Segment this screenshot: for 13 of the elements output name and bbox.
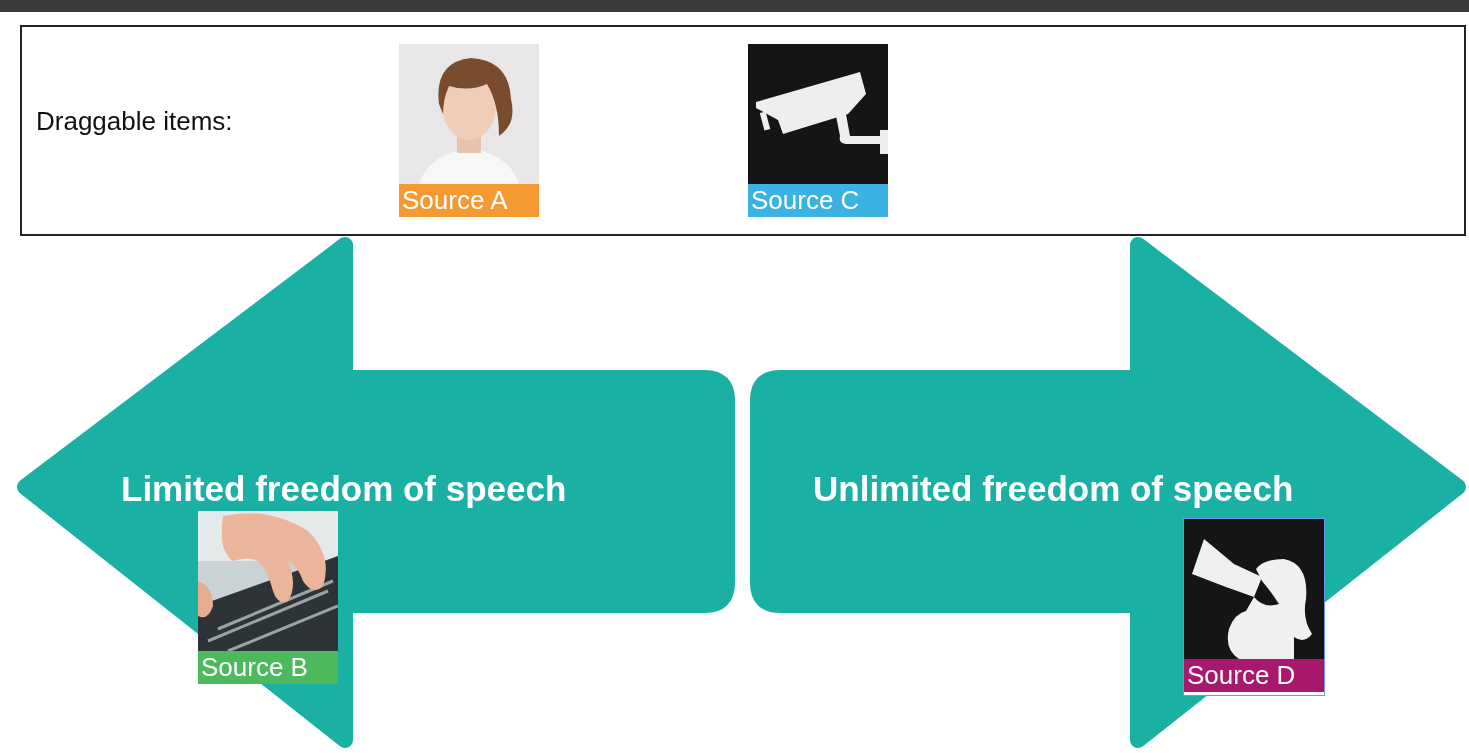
camera-icon — [748, 44, 888, 184]
draggable-card[interactable]: Source A — [398, 43, 540, 218]
arrow-label: Unlimited freedom of speech — [813, 468, 1294, 510]
tray-label: Draggable items: — [36, 105, 233, 138]
arrow-label: Limited freedom of speech — [121, 468, 567, 510]
megaphone-figure-icon — [1184, 519, 1324, 659]
source-label: Source D — [1184, 659, 1324, 692]
draggable-card[interactable]: Source D — [1183, 518, 1325, 696]
draggable-card[interactable]: Source B — [197, 510, 339, 685]
source-label: Source B — [198, 651, 338, 684]
draggable-card[interactable]: Source C — [747, 43, 889, 218]
source-label: Source C — [748, 184, 888, 217]
source-label: Source A — [399, 184, 539, 217]
